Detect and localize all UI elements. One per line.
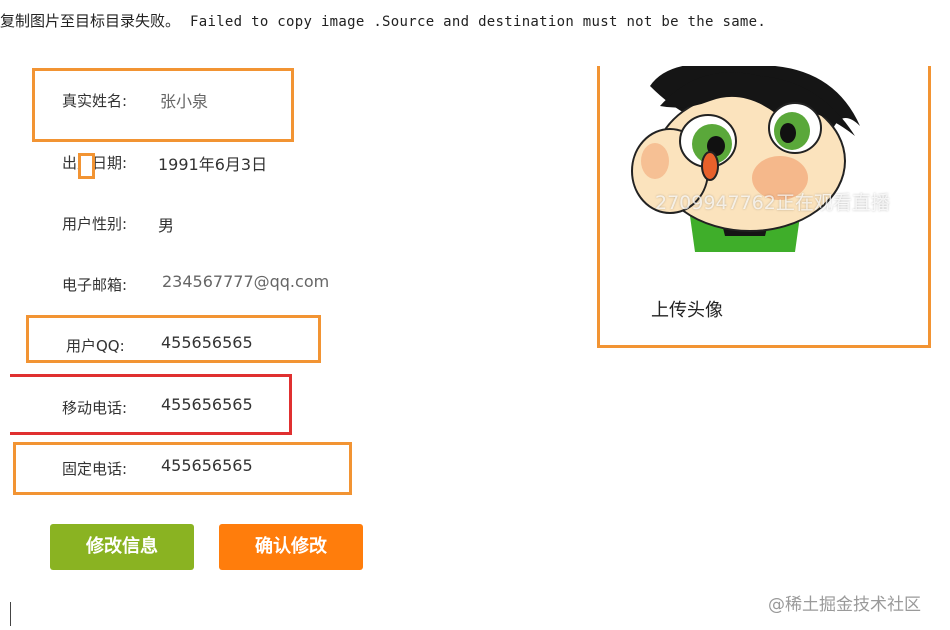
edit-info-button[interactable]: 修改信息 bbox=[50, 524, 194, 570]
error-message: 复制图片至目标目录失败。 Failed to copy image .Source… bbox=[0, 10, 766, 31]
gender-value: 男 bbox=[158, 216, 175, 235]
upload-avatar-label[interactable]: 上传头像 bbox=[651, 296, 723, 322]
mobile-label: 移动电话: bbox=[62, 399, 128, 417]
live-watermark-overlay: 2709947762正在观看直播 bbox=[655, 192, 890, 214]
mobile-value: 455656565 bbox=[161, 395, 253, 414]
text-cursor bbox=[10, 602, 11, 626]
birth-value: 1991年6月3日 bbox=[158, 155, 268, 174]
phone-value: 455656565 bbox=[161, 456, 253, 475]
phone-label: 固定电话: bbox=[62, 460, 128, 478]
error-message-en: Failed to copy image .Source and destina… bbox=[190, 14, 767, 30]
cartoon-avatar-icon bbox=[631, 66, 860, 252]
name-value: 张小泉 bbox=[160, 92, 209, 111]
error-message-cn: 复制图片至目标目录失败。 bbox=[0, 12, 181, 30]
qq-value: 455656565 bbox=[161, 333, 253, 352]
email-value: 234567777@qq.com bbox=[162, 272, 330, 291]
birth-char-highlight bbox=[78, 153, 95, 179]
avatar-image[interactable] bbox=[630, 66, 862, 252]
site-watermark: @稀土掘金技术社区 bbox=[768, 595, 921, 615]
gender-label: 用户性别: bbox=[62, 215, 128, 233]
confirm-edit-button[interactable]: 确认修改 bbox=[219, 524, 363, 570]
email-label: 电子邮箱: bbox=[62, 276, 128, 294]
name-label: 真实姓名: bbox=[62, 92, 128, 110]
qq-label: 用户QQ: bbox=[66, 337, 125, 355]
